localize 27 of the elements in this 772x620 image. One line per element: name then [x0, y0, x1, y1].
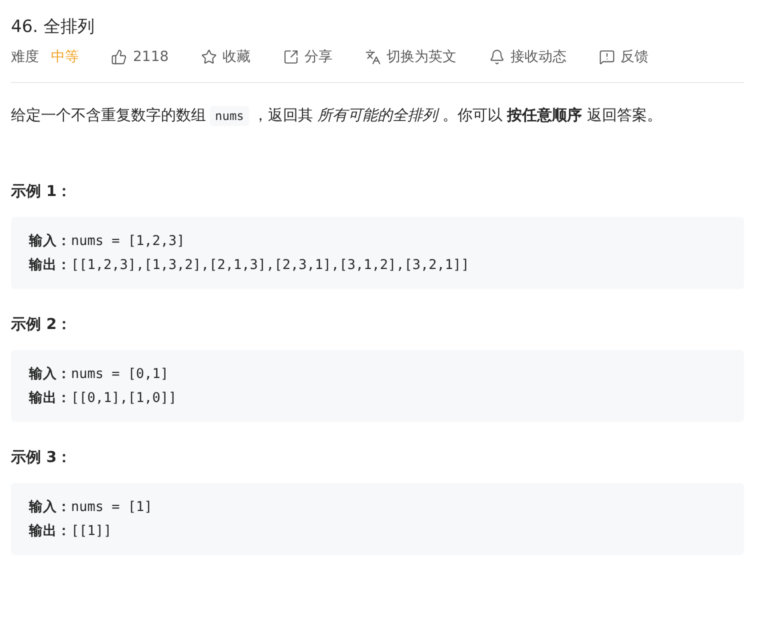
difficulty-label: 难度 [11, 48, 39, 66]
inline-code: nums [210, 106, 249, 126]
translate-button[interactable]: 切换为英文 [364, 48, 457, 66]
code-line: 输入：nums = [0,1] [29, 365, 170, 384]
example-heading: 示例 1： [11, 182, 73, 201]
translate-icon [364, 49, 381, 65]
like-button[interactable]: 2118 [111, 49, 169, 65]
star-icon [200, 49, 217, 65]
code-line: 输出：[[0,1],[1,0]] [29, 389, 178, 408]
example-heading: 示例 2： [11, 315, 73, 334]
notify-button[interactable]: 接收动态 [488, 48, 567, 66]
favorite-button[interactable]: 收藏 [200, 48, 251, 66]
problem-title: 46. 全排列 [11, 16, 96, 39]
difficulty-value: 中等 [51, 48, 79, 66]
thumbs-up-icon [111, 49, 127, 65]
feedback-icon [598, 49, 615, 65]
code-line: 输入：nums = [1,2,3] [29, 232, 186, 251]
share-button[interactable]: 分享 [282, 48, 333, 66]
example-heading: 示例 3： [11, 448, 73, 467]
bell-icon [488, 49, 505, 65]
code-line: 输入：nums = [1] [29, 498, 154, 517]
feedback-button[interactable]: 反馈 [598, 48, 649, 66]
description-text: 给定一个不含重复数字的数组 [11, 106, 206, 124]
code-line: 输出：[[1]] [29, 522, 113, 541]
share-icon [282, 49, 299, 65]
code-line: 输出：[[1,2,3],[1,3,2],[2,1,3],[2,3,1],[3,1,2],[3,2,1]] [29, 256, 470, 275]
description-text: ，返回其 所有可能的全排列 。你可以 按任意顺序 返回答案。 [252, 106, 662, 124]
